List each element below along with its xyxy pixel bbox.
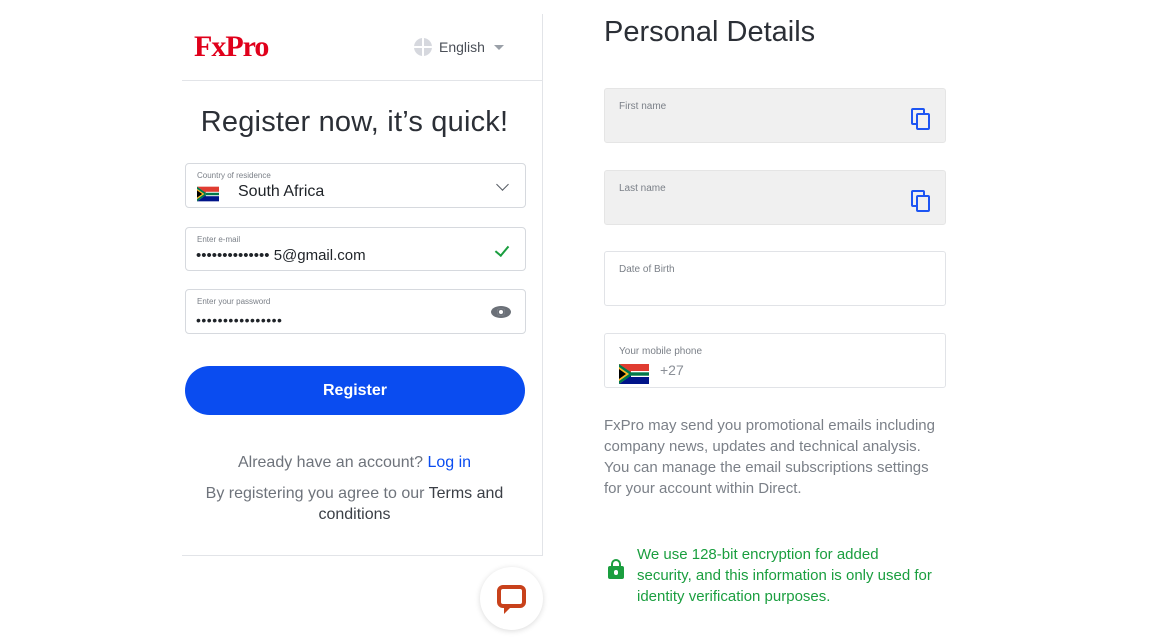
country-value: South Africa xyxy=(238,183,325,200)
panel-divider xyxy=(182,555,543,556)
fxpro-logo[interactable]: FxPro xyxy=(194,30,269,64)
password-value: •••••••••••••••• xyxy=(196,312,283,328)
login-prompt: Already have an account? Log in xyxy=(182,454,527,472)
register-button[interactable]: Register xyxy=(185,366,525,415)
phone-label: Your mobile phone xyxy=(619,346,703,357)
password-label: Enter your password xyxy=(197,297,271,306)
promo-notice: FxPro may send you promotional emails in… xyxy=(604,417,935,497)
lock-icon xyxy=(608,559,624,579)
last-name-field[interactable]: Last name xyxy=(604,170,946,225)
chevron-down-icon xyxy=(496,178,509,191)
caret-down-icon xyxy=(493,44,504,50)
first-name-field[interactable]: First name xyxy=(604,88,946,143)
copy-icon[interactable] xyxy=(911,190,931,212)
login-prompt-text: Already have an account? xyxy=(237,454,423,471)
dob-label: Date of Birth xyxy=(619,264,675,275)
email-label: Enter e-mail xyxy=(197,235,241,244)
password-field[interactable]: Enter your password •••••••••••••••• xyxy=(185,289,526,334)
chat-button[interactable] xyxy=(480,567,543,630)
check-icon xyxy=(494,241,510,258)
chat-bubble-icon xyxy=(497,585,526,614)
language-label: English xyxy=(439,39,485,55)
south-africa-flag-icon[interactable] xyxy=(619,364,649,384)
country-select[interactable]: Country of residence South Africa xyxy=(185,163,526,208)
first-name-label: First name xyxy=(619,101,667,112)
mobile-phone-field[interactable]: Your mobile phone +27 xyxy=(604,333,946,388)
eye-icon[interactable] xyxy=(491,306,511,318)
phone-country-code: +27 xyxy=(660,362,684,378)
country-label: Country of residence xyxy=(197,171,271,180)
copy-icon[interactable] xyxy=(911,108,931,130)
agree-text: By registering you agree to our xyxy=(205,485,425,502)
login-link[interactable]: Log in xyxy=(427,454,471,471)
email-value: •••••••••••••• 5@gmail.com xyxy=(196,247,366,264)
security-text: We use 128-bit encryption for added secu… xyxy=(637,546,932,605)
south-africa-flag-icon xyxy=(197,186,219,202)
language-selector[interactable]: English xyxy=(414,38,504,56)
register-title: Register now, it’s quick! xyxy=(200,106,509,138)
terms-notice: By registering you agree to our Terms an… xyxy=(192,483,517,525)
uk-flag-icon xyxy=(414,38,432,56)
email-field[interactable]: Enter e-mail •••••••••••••• 5@gmail.com xyxy=(185,227,526,271)
registration-panel: FxPro English Register now, it’s quick! … xyxy=(182,14,543,556)
panel-header: FxPro English xyxy=(182,14,542,81)
last-name-label: Last name xyxy=(619,183,666,194)
personal-details-title: Personal Details xyxy=(604,16,816,48)
date-of-birth-field[interactable]: Date of Birth xyxy=(604,251,946,306)
